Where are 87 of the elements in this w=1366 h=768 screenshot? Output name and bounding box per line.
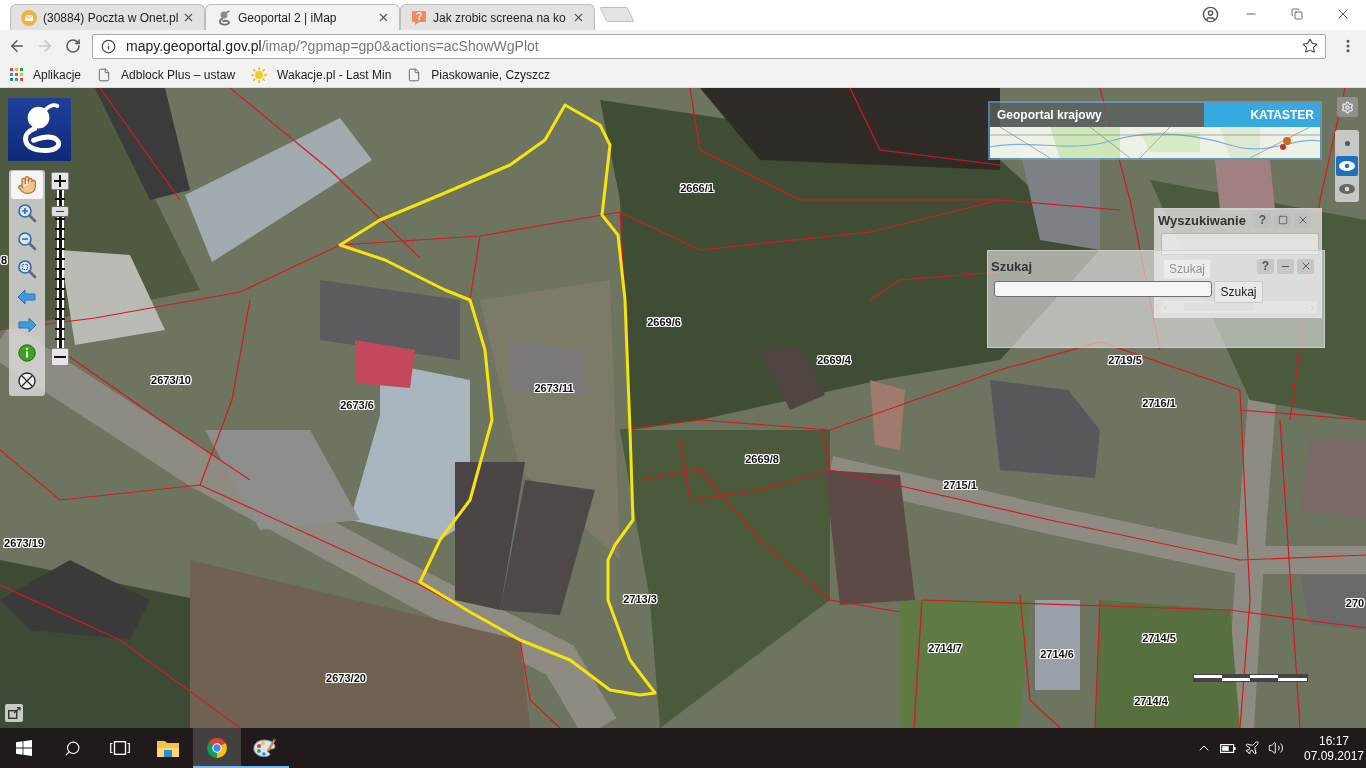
browser-tab[interactable]: (30884) Poczta w Onet.pl	[10, 4, 205, 30]
zoom-out-icon	[17, 231, 37, 251]
browser-tab[interactable]: Geoportal 2 | iMap	[205, 4, 400, 30]
star-icon	[1302, 38, 1318, 54]
folder-icon	[157, 739, 179, 757]
site-info-icon	[101, 38, 116, 54]
airplane-icon	[1244, 740, 1260, 756]
eye-icon	[1339, 183, 1355, 194]
window-title: Wyszukiwanie	[1158, 212, 1246, 228]
battery-icon	[1220, 743, 1236, 753]
zoom-in-icon	[17, 203, 37, 223]
banner-panel[interactable]: Geoportal krajowy KATASTER	[988, 101, 1322, 160]
bookmark-item[interactable]: Adblock Plus – ustaw	[91, 63, 244, 86]
search-button[interactable]: Szukaj	[1214, 281, 1263, 303]
speaker-icon	[1268, 740, 1284, 756]
building-roof	[870, 380, 905, 450]
view-mode-button[interactable]	[1336, 155, 1358, 177]
g-logo-icon	[8, 98, 71, 161]
search-field[interactable]	[994, 281, 1212, 297]
info-icon	[18, 344, 36, 362]
sun-icon	[251, 66, 268, 83]
zoom-extent-icon	[17, 259, 37, 279]
forward-arrow-icon	[36, 37, 54, 55]
clock-time[interactable]: 16:17	[1319, 734, 1349, 747]
building-roof	[1300, 575, 1366, 630]
plus-icon	[54, 175, 66, 187]
g-logo-icon	[216, 9, 232, 26]
palette-icon	[253, 737, 277, 759]
bookmark-item[interactable]: Wakacje.pl - Last Min	[245, 63, 400, 86]
parcel-number: 2669/4	[817, 354, 851, 366]
reload-icon	[65, 38, 81, 54]
parcel-number: 2713/3	[623, 593, 657, 605]
browser-icon	[206, 737, 228, 759]
parcel-number: 2716/1	[1142, 397, 1176, 409]
parcel-number: 2714/6	[1040, 648, 1074, 660]
page-icon	[97, 67, 112, 82]
parcel-number: 2714/4	[1134, 695, 1168, 707]
expand-icon	[7, 707, 21, 719]
parcel-number: 2673/20	[326, 672, 366, 684]
pan-button[interactable]	[11, 171, 43, 199]
parcel-number: 2673/6	[340, 399, 374, 411]
crossed-circle-icon	[18, 372, 36, 390]
bookmark-item[interactable]: Piaskowanie, Czyszcz	[401, 63, 559, 86]
parcel-number: 2714/7	[928, 642, 962, 654]
parcel-number: 2669/6	[647, 316, 681, 328]
parcel-number: 2714/5	[1142, 632, 1176, 644]
settings-button[interactable]	[1337, 97, 1358, 117]
address-field[interactable]: mapy.geoportal.gov.pl/imap/?gpmap=gp0&actions=acShowWgPlot	[92, 33, 1326, 59]
parcel-number: 2669/8	[745, 453, 779, 465]
page-icon	[407, 67, 422, 82]
banner-title: Geoportal krajowy	[990, 103, 1204, 127]
parcel-number: 2673/10	[151, 374, 191, 386]
help-button[interactable]: ?	[1254, 212, 1271, 228]
overview-map-button[interactable]	[5, 704, 23, 722]
zoom-out-step-button[interactable]	[51, 348, 69, 366]
arrow-left-icon	[17, 289, 37, 305]
slider-thumb[interactable]	[51, 206, 69, 218]
scroll-right-icon	[1308, 302, 1317, 312]
parcel-number: 2719/5	[1108, 354, 1142, 366]
arrow-right-icon	[17, 317, 37, 333]
zoom-in-step-button[interactable]	[51, 172, 69, 190]
window-title: Szukaj	[991, 258, 1033, 274]
horizontal-scrollbar[interactable]	[1161, 301, 1317, 313]
maximize-icon	[1277, 215, 1288, 225]
speech-bubble-icon	[411, 9, 427, 26]
bookmark-item[interactable]: Aplikacje	[4, 63, 90, 86]
parcel-number: 2715/1	[943, 479, 977, 491]
hand-icon	[17, 175, 37, 195]
dot-icon	[1344, 140, 1350, 146]
windows-logo-icon	[16, 740, 32, 756]
clock-date[interactable]: 07.09.2017	[1303, 749, 1365, 762]
restore-icon	[1291, 8, 1303, 20]
task-view-icon	[110, 741, 130, 755]
close-button[interactable]	[1294, 212, 1311, 228]
parcel-number: 8	[0, 254, 8, 266]
user-icon	[1201, 5, 1219, 23]
browser-tab[interactable]: Jak zrobic screena na ko	[400, 4, 595, 30]
apps-grid-icon	[10, 68, 23, 81]
parcel-number: 2673/19	[4, 537, 44, 549]
minus-icon	[54, 356, 66, 358]
taskbar-app-button[interactable]	[193, 728, 241, 768]
envelope-icon	[21, 9, 37, 26]
search-icon	[63, 739, 81, 757]
eye-icon	[1339, 161, 1355, 171]
parcel-number: 2666/1	[680, 182, 714, 194]
maximize-button[interactable]	[1274, 212, 1291, 228]
settings-icon	[1341, 100, 1354, 114]
